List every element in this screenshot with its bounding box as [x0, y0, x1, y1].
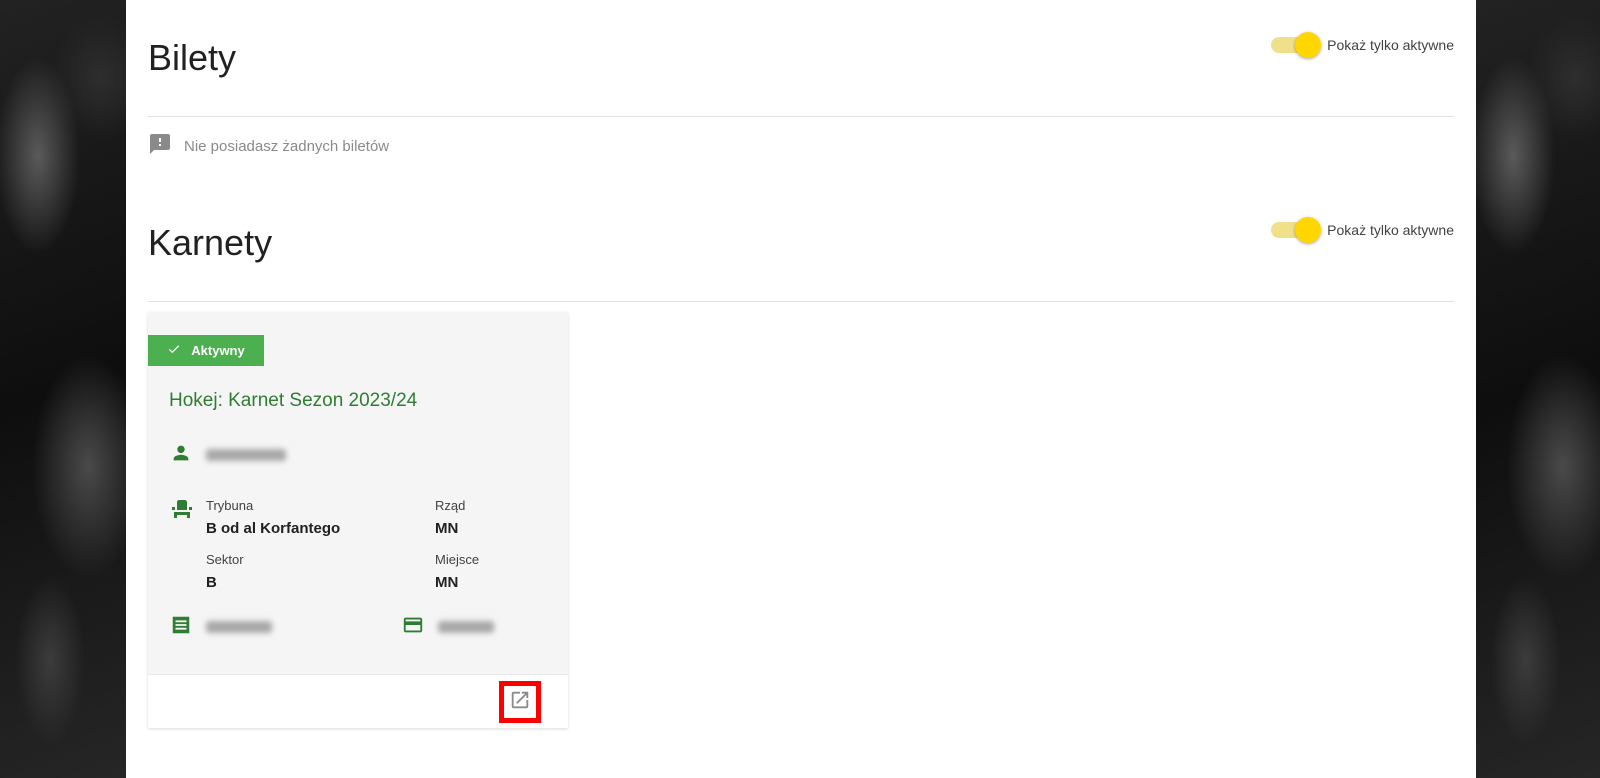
karnety-toggle-label: Pokaż tylko aktywne [1327, 222, 1454, 238]
trybuna-label: Trybuna [206, 498, 254, 513]
background-left [0, 0, 126, 778]
credit-card-icon [402, 614, 424, 641]
status-badge: Aktywny [148, 335, 264, 366]
bilety-empty-note: Nie posiadasz żadnych biletów [148, 132, 389, 160]
holder-name-redacted [206, 449, 286, 461]
open-in-new-icon [509, 689, 531, 716]
sektor-label: Sektor [206, 552, 244, 567]
rzad-label: Rząd [435, 498, 466, 513]
main-panel: Bilety Pokaż tylko aktywne Nie posiadasz… [126, 0, 1476, 778]
season-pass-card: Aktywny Hokej: Karnet Sezon 2023/24 Tryb… [148, 312, 568, 728]
karnety-active-toggle[interactable]: Pokaż tylko aktywne [1271, 217, 1454, 243]
receipt-icon [170, 614, 192, 641]
empty-message: Nie posiadasz żadnych biletów [184, 137, 390, 155]
check-icon [167, 342, 181, 359]
bilety-title: Bilety [148, 37, 237, 78]
miejsce-value: MN [435, 574, 459, 591]
bilety-toggle-label: Pokaż tylko aktywne [1327, 37, 1454, 53]
background-right [1476, 0, 1600, 778]
card-title: Hokej: Karnet Sezon 2023/24 [169, 390, 418, 411]
order-type-redacted [206, 621, 272, 633]
karnety-title: Karnety [148, 222, 273, 263]
toggle-thumb[interactable] [1295, 32, 1322, 58]
feedback-icon [148, 132, 172, 160]
bilety-active-toggle[interactable]: Pokaż tylko aktywne [1271, 32, 1454, 58]
karnety-divider [148, 301, 1454, 302]
trybuna-value: B od al Korfantego [206, 520, 341, 537]
sektor-value: B [206, 574, 217, 591]
open-pass-button[interactable] [499, 681, 541, 723]
toggle-track[interactable] [1271, 217, 1322, 243]
status-badge-label: Aktywny [191, 343, 245, 358]
card-number-redacted [438, 621, 494, 633]
toggle-thumb[interactable] [1295, 217, 1322, 243]
rzad-value: MN [435, 520, 459, 537]
miejsce-label: Miejsce [435, 552, 480, 567]
toggle-track[interactable] [1271, 32, 1322, 58]
seat-icon [170, 497, 194, 526]
bilety-divider [148, 116, 1454, 117]
person-icon [170, 442, 192, 469]
card-footer [148, 674, 568, 728]
